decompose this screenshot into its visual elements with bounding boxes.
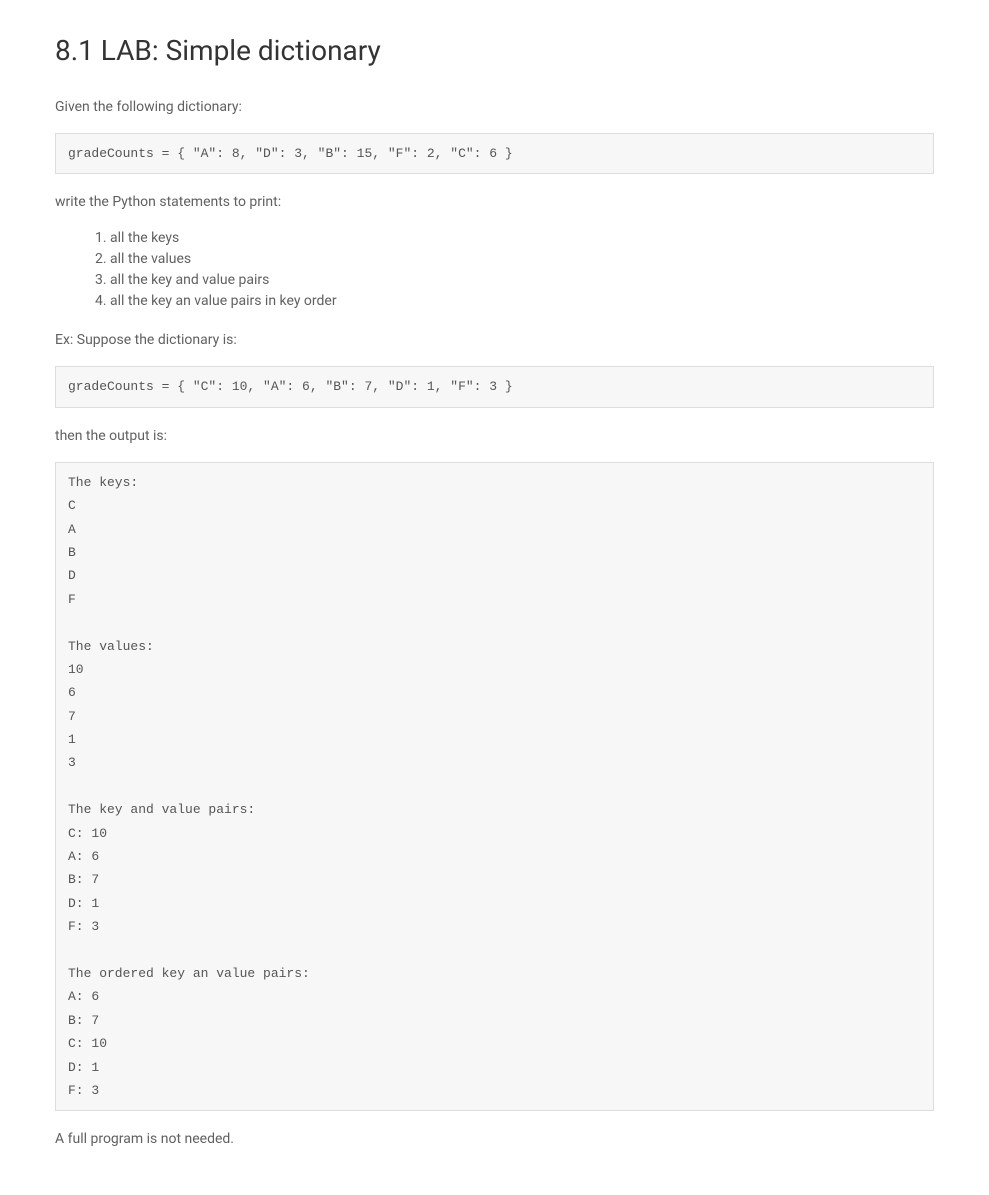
footer-note: A full program is not needed.	[55, 1129, 934, 1150]
list-item: all the key an value pairs in key order	[110, 291, 934, 312]
code-block-dictionary-2: gradeCounts = { "C": 10, "A": 6, "B": 7,…	[55, 366, 934, 407]
list-item: all the key and value pairs	[110, 270, 934, 291]
instruction-text: write the Python statements to print:	[55, 192, 934, 213]
list-item: all the keys	[110, 228, 934, 249]
task-list: all the keys all the values all the key …	[110, 228, 934, 312]
code-block-dictionary-1: gradeCounts = { "A": 8, "D": 3, "B": 15,…	[55, 133, 934, 174]
list-item: all the values	[110, 249, 934, 270]
output-block: The keys: C A B D F The values: 10 6 7 1…	[55, 462, 934, 1112]
page-heading: 8.1 LAB: Simple dictionary	[55, 30, 934, 72]
output-label: then the output is:	[55, 426, 934, 447]
example-label: Ex: Suppose the dictionary is:	[55, 330, 934, 351]
intro-text: Given the following dictionary:	[55, 97, 934, 118]
